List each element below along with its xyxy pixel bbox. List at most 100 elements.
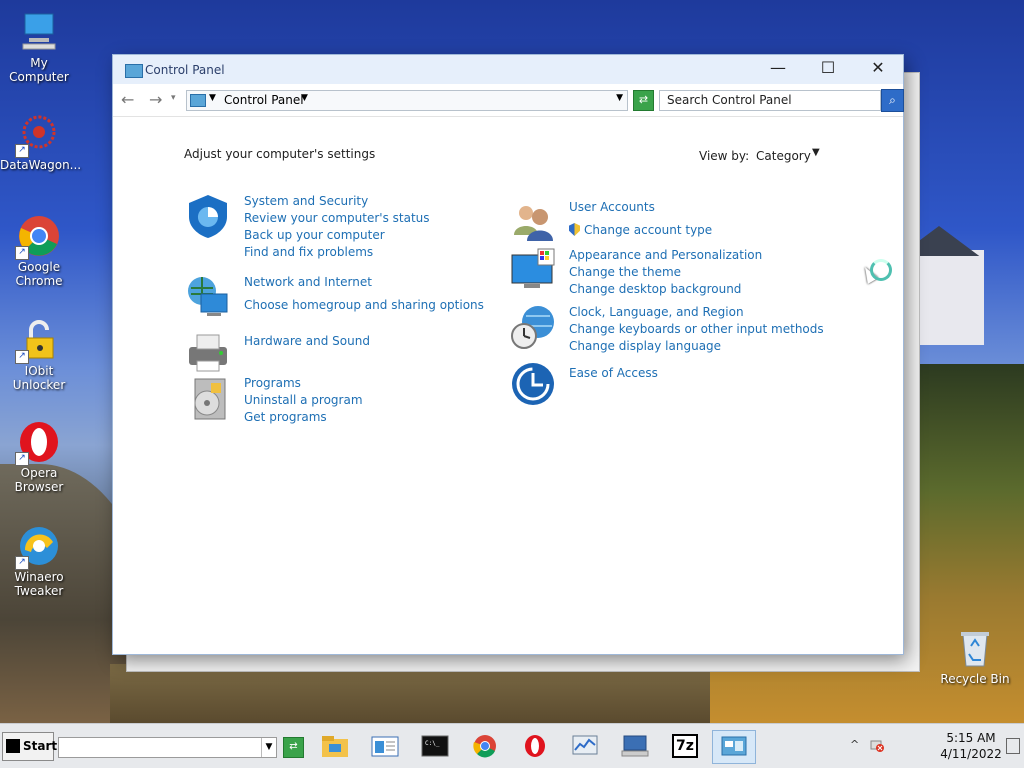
start-icon — [6, 739, 20, 753]
taskbar-chrome[interactable] — [464, 730, 506, 762]
link-programs[interactable]: Programs — [244, 375, 363, 392]
link-change-background[interactable]: Change desktop background — [569, 281, 762, 298]
link-change-keyboards[interactable]: Change keyboards or other input methods — [569, 321, 824, 338]
close-button[interactable]: ✕ — [855, 55, 901, 83]
refresh-icon[interactable]: ⇄ — [633, 90, 654, 111]
shortcut-arrow-icon: ↗ — [15, 246, 29, 260]
taskbar-7zip[interactable]: 7z — [664, 730, 706, 762]
chevron-down-icon[interactable]: ▼ — [209, 93, 216, 103]
clock-date: 4/11/2022 — [940, 747, 1002, 761]
users-icon — [510, 199, 556, 245]
link-change-theme[interactable]: Change the theme — [569, 264, 762, 281]
window-icon — [371, 736, 399, 757]
control-panel-icon — [125, 64, 143, 78]
file-explorer-icon — [322, 736, 348, 757]
control-panel-icon — [721, 736, 747, 756]
notification-icon[interactable] — [1006, 738, 1020, 754]
desktop-icon-recycle-bin[interactable]: Recycle Bin — [936, 626, 1014, 686]
breadcrumb[interactable]: Control Panel — [224, 93, 304, 107]
computer-icon — [17, 10, 61, 54]
breadcrumb-chevron-icon[interactable]: ▼ — [301, 93, 308, 103]
recent-pages-chevron-icon[interactable]: ▾ — [171, 93, 176, 103]
winaero-icon: ↗ — [15, 524, 61, 570]
address-bar: ← → ▾ ▼ Control Panel ▼ ▼ ⇄ Search Contr… — [113, 84, 904, 117]
link-back-up[interactable]: Back up your computer — [244, 227, 430, 244]
desktop-icon-winaero-tweaker[interactable]: ↗ Winaero Tweaker — [0, 524, 78, 598]
shortcut-arrow-icon: ↗ — [15, 350, 29, 364]
address-field[interactable]: ▼ Control Panel ▼ ▼ — [186, 90, 628, 111]
address-dropdown-icon[interactable]: ▼ — [616, 93, 623, 103]
lock-icon: ↗ — [15, 318, 61, 364]
taskbar-task-manager[interactable] — [564, 730, 606, 762]
search-icon[interactable]: ⌕ — [881, 89, 904, 112]
desktop-icon-label: Winaero Tweaker — [14, 570, 64, 598]
taskbar-control-panel[interactable] — [712, 730, 756, 764]
desktop-icon-google-chrome[interactable]: ↗ Google Chrome — [0, 214, 78, 288]
taskbar-remote-desktop[interactable] — [614, 730, 656, 762]
clock-globe-icon — [510, 304, 556, 350]
desktop-icon-label: Recycle Bin — [940, 672, 1010, 686]
desktop-icon-opera-browser[interactable]: ↗ Opera Browser — [0, 420, 78, 494]
cmd-icon: C:\_ — [421, 735, 449, 757]
desktop-icon-datawagon[interactable]: ↗ DataWagon... — [0, 112, 82, 172]
svg-text:C:\_: C:\_ — [425, 740, 440, 747]
view-by-select[interactable]: Category — [756, 149, 811, 163]
link-user-accounts[interactable]: User Accounts — [569, 199, 712, 216]
busy-spinner-icon — [870, 259, 892, 281]
desktop-icon-label: Google Chrome — [15, 260, 63, 288]
control-panel-window[interactable]: Control Panel — ☐ ✕ ← → ▾ ▼ Control Pane… — [113, 55, 904, 654]
datawagon-icon: ↗ — [15, 112, 61, 158]
link-review-status[interactable]: Review your computer's status — [244, 210, 430, 227]
run-input[interactable]: ▼ — [58, 737, 277, 758]
link-ease-of-access[interactable]: Ease of Access — [569, 365, 658, 382]
forward-arrow-icon[interactable]: → — [149, 90, 162, 109]
desktop-icon-label: DataWagon... — [0, 158, 82, 172]
tray-overflow-icon[interactable]: ^ — [850, 738, 859, 751]
desktop-icon-label: My Computer — [9, 56, 69, 84]
link-uninstall[interactable]: Uninstall a program — [244, 392, 363, 409]
link-homegroup[interactable]: Choose homegroup and sharing options — [244, 297, 484, 314]
desktop-icon-label: Opera Browser — [14, 466, 64, 494]
recycle-bin-icon — [953, 626, 997, 670]
taskbar-file-explorer[interactable] — [314, 730, 356, 762]
printer-icon — [185, 329, 231, 375]
maximize-button[interactable]: ☐ — [805, 55, 851, 83]
clock-time: 5:15 AM — [946, 731, 996, 745]
window-title: Control Panel — [145, 63, 225, 77]
back-arrow-icon[interactable]: ← — [121, 90, 134, 109]
link-get-programs[interactable]: Get programs — [244, 409, 363, 426]
start-label: Start — [23, 739, 58, 753]
chevron-down-icon[interactable]: ▼ — [261, 738, 276, 757]
shortcut-arrow-icon: ↗ — [15, 556, 29, 570]
title-bar[interactable]: Control Panel — ☐ ✕ — [113, 55, 903, 84]
link-change-account-type[interactable]: Change account type — [569, 222, 712, 239]
link-change-account-type-label[interactable]: Change account type — [584, 223, 712, 237]
taskbar-cmd[interactable]: C:\_ — [414, 730, 456, 762]
monitor-palette-icon — [510, 247, 556, 293]
taskbar-window[interactable] — [364, 730, 406, 762]
link-hardware-sound[interactable]: Hardware and Sound — [244, 333, 370, 350]
link-network-internet[interactable]: Network and Internet — [244, 274, 484, 291]
link-find-fix[interactable]: Find and fix problems — [244, 244, 430, 261]
system-clock[interactable]: 5:15 AM 4/11/2022 — [940, 730, 1002, 762]
content-area: Adjust your computer's settings View by:… — [113, 117, 903, 654]
shortcut-arrow-icon: ↗ — [15, 452, 29, 466]
view-by-label: View by: — [699, 149, 750, 163]
chevron-down-icon[interactable]: ▼ — [812, 147, 820, 158]
start-button[interactable]: Start — [2, 732, 58, 761]
link-change-display-language[interactable]: Change display language — [569, 338, 824, 355]
chrome-icon: ↗ — [15, 214, 61, 260]
link-appearance[interactable]: Appearance and Personalization — [569, 247, 762, 264]
search-input[interactable]: Search Control Panel — [659, 90, 881, 111]
desktop-icon-my-computer[interactable]: My Computer — [0, 10, 78, 84]
taskbar-opera[interactable] — [514, 730, 556, 762]
desktop-icon-iobit-unlocker[interactable]: ↗ IObit Unlocker — [0, 318, 78, 392]
minimize-button[interactable]: — — [755, 55, 801, 83]
uac-shield-icon — [569, 223, 580, 236]
go-icon[interactable]: ⇄ — [283, 737, 304, 758]
search-placeholder: Search Control Panel — [667, 93, 792, 107]
chrome-icon — [473, 735, 496, 758]
link-clock-language[interactable]: Clock, Language, and Region — [569, 304, 824, 321]
network-status-icon[interactable] — [870, 738, 884, 752]
link-system-security[interactable]: System and Security — [244, 193, 430, 210]
